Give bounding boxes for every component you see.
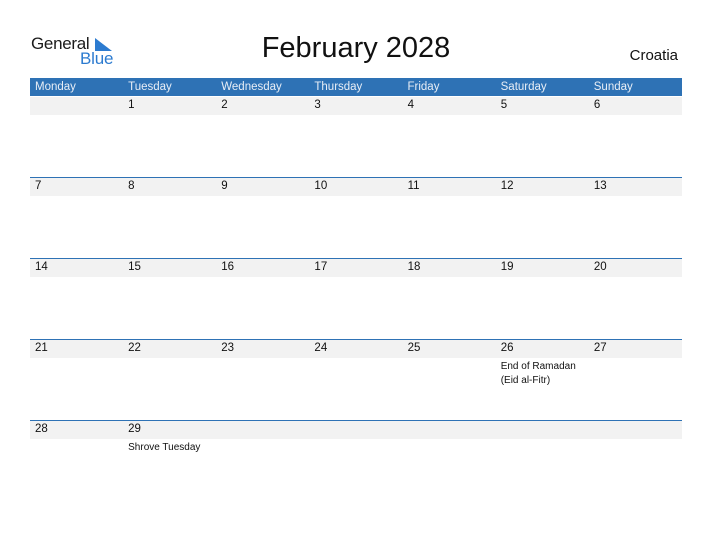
day-cell: 15 — [123, 259, 216, 339]
day-number: 14 — [35, 261, 48, 273]
day-cell: 13 — [589, 178, 682, 258]
day-cell — [309, 421, 402, 501]
holiday-name-line2: (Eid al-Fitr) — [500, 375, 551, 386]
day-cell: 24 — [309, 340, 402, 420]
day-cell: 14 — [30, 259, 123, 339]
day-cell: 9 — [216, 178, 309, 258]
weekday-monday: Monday — [35, 81, 76, 93]
day-number: 11 — [407, 180, 420, 192]
week-row: 7 8 9 10 11 12 13 — [30, 177, 682, 258]
day-cell: 1 — [123, 97, 216, 177]
day-number: 5 — [500, 99, 508, 111]
weekday-thursday: Thursday — [314, 81, 363, 93]
day-cell: 4 — [403, 97, 496, 177]
day-number: 6 — [593, 99, 601, 111]
day-cell: 6 — [589, 97, 682, 177]
weekday-wednesday: Wednesday — [221, 81, 282, 93]
day-number: 12 — [500, 180, 514, 192]
day-cell: 2 — [216, 97, 309, 177]
day-number: 29 — [128, 423, 141, 435]
day-cell: 8 — [123, 178, 216, 258]
weekday-saturday: Saturday — [500, 81, 547, 93]
day-number: 24 — [314, 342, 328, 354]
day-cell: 29 Shrove Tuesday — [123, 421, 216, 501]
weekday-sunday: Sunday — [593, 81, 633, 93]
week-row: 1 2 3 4 5 6 — [30, 97, 682, 177]
country-label: Croatia — [629, 47, 678, 64]
day-cell — [589, 421, 682, 501]
holiday-name: End of Ramadan — [500, 361, 576, 372]
day-cell: 18 — [403, 259, 496, 339]
day-cell: 27 — [589, 340, 682, 420]
day-number: 2 — [221, 99, 228, 111]
day-cell: 19 — [496, 259, 589, 339]
day-number: 25 — [407, 342, 421, 354]
day-cell — [30, 97, 123, 177]
day-cell: 16 — [216, 259, 309, 339]
day-cell — [216, 421, 309, 501]
day-number: 10 — [314, 180, 328, 192]
day-number: 21 — [35, 342, 48, 354]
day-number: 19 — [500, 261, 514, 273]
day-cell: 5 — [496, 97, 589, 177]
day-cell: 20 — [589, 259, 682, 339]
day-cell: 22 — [123, 340, 216, 420]
holiday-name: Shrove Tuesday — [128, 442, 201, 453]
day-cell: 23 — [216, 340, 309, 420]
day-number: 23 — [221, 342, 235, 354]
day-cell: 12 — [496, 178, 589, 258]
day-number: 1 — [128, 99, 135, 111]
day-number: 8 — [128, 180, 135, 192]
calendar-title: February 2028 — [261, 32, 451, 64]
day-cell — [496, 421, 589, 501]
day-number: 16 — [221, 261, 235, 273]
day-cell: 28 — [30, 421, 123, 501]
day-cell: 7 — [30, 178, 123, 258]
day-number: 9 — [221, 180, 228, 192]
day-number: 18 — [407, 261, 421, 273]
day-number: 22 — [128, 342, 141, 354]
day-cell: 17 — [309, 259, 402, 339]
day-number: 4 — [407, 99, 414, 111]
day-cell: 25 — [403, 340, 496, 420]
day-number: 17 — [314, 261, 328, 273]
day-number: 28 — [35, 423, 48, 435]
day-number: 13 — [593, 180, 607, 192]
week-row: 14 15 16 17 18 19 20 — [30, 258, 682, 339]
week-row: 28 29 Shrove Tuesday — [30, 420, 682, 501]
holiday-event: End of Ramadan (Eid al-Fitr) — [501, 360, 576, 388]
day-cell: 3 — [309, 97, 402, 177]
day-number: 7 — [35, 180, 42, 192]
week-row: 21 22 23 24 25 26 End of Ramadan (Eid al-Fitr) 2… — [30, 339, 682, 420]
day-cell: 10 — [309, 178, 402, 258]
day-cell: 21 — [30, 340, 123, 420]
weekday-friday: Friday — [407, 81, 440, 93]
day-cell — [403, 421, 496, 501]
day-number: 26 — [500, 342, 514, 354]
day-number: 27 — [593, 342, 607, 354]
weekday-tuesday: Tuesday — [128, 81, 172, 93]
day-cell: 26 End of Ramadan (Eid al-Fitr) — [496, 340, 589, 420]
day-number: 3 — [314, 99, 321, 111]
holiday-event: Shrove Tuesday — [128, 441, 200, 455]
day-cell: 11 — [403, 178, 496, 258]
day-number: 20 — [593, 261, 607, 273]
day-number: 15 — [128, 261, 141, 273]
weekday-header: Monday Tuesday Wednesday Thursday Friday… — [30, 78, 682, 96]
